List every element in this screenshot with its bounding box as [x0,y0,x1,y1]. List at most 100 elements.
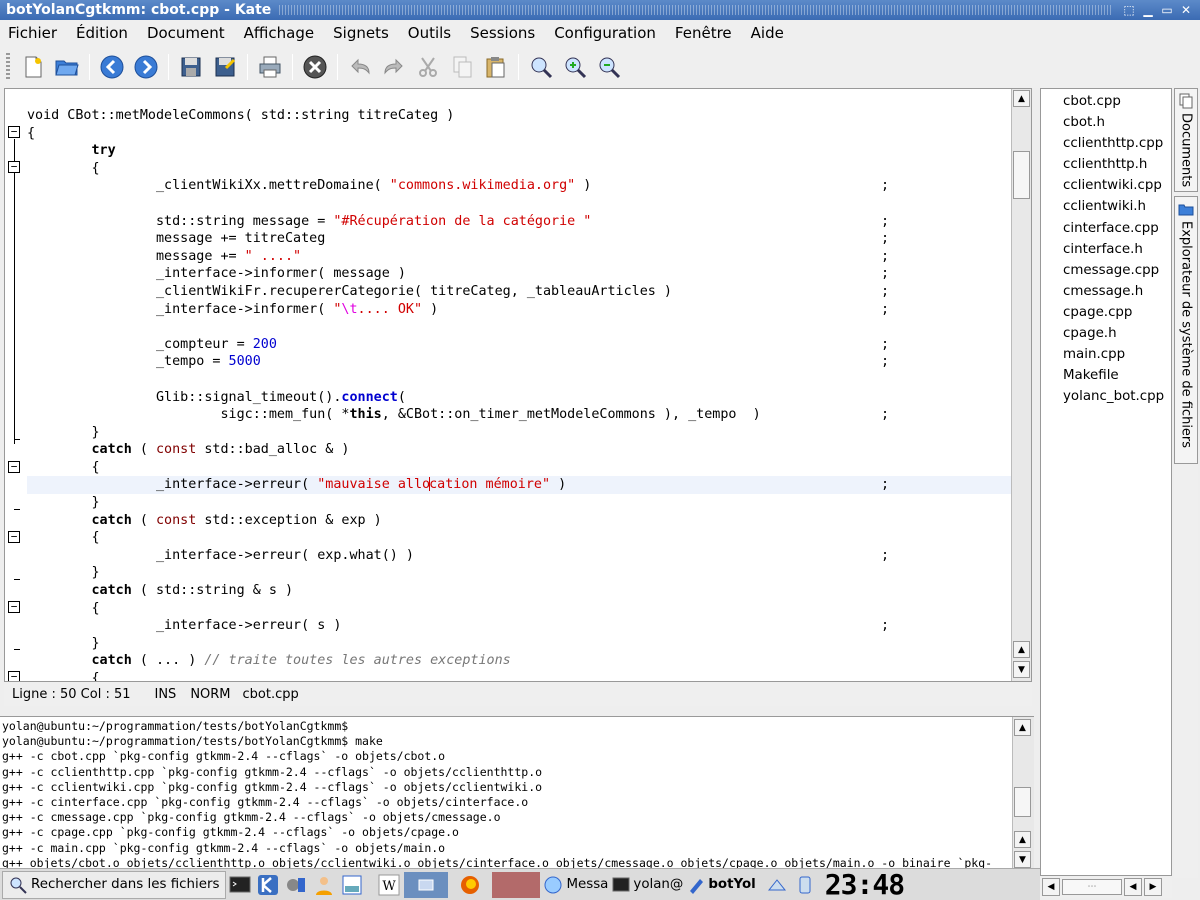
document-list-item[interactable]: cmessage.h [1063,281,1164,302]
cut-icon[interactable] [413,52,443,82]
fold-toggle-icon[interactable]: − [8,461,20,473]
tab-file-explorer[interactable]: Explorateur de système de fichiers [1174,196,1198,464]
document-list-item[interactable]: cclienthttp.h [1063,154,1164,175]
fold-toggle-icon[interactable]: − [8,671,20,681]
close-document-icon[interactable] [300,52,330,82]
fold-gutter[interactable]: − − − − − − [5,89,25,681]
code-line[interactable]: _interface->informer( "\t.... OK" ); [27,301,1011,319]
find-icon[interactable] [526,52,556,82]
code-line[interactable]: { [27,600,1011,618]
wikipedia-icon[interactable]: W [376,872,402,898]
redo-icon[interactable] [379,52,409,82]
code-line[interactable]: { [27,529,1011,547]
code-line[interactable]: { [27,160,1011,178]
code-line[interactable]: catch ( ... ) // traite toutes les autre… [27,652,1011,670]
fold-toggle-icon[interactable]: − [8,531,20,543]
document-list-item[interactable]: cclientwiki.h [1063,196,1164,217]
zoom-out-icon[interactable] [594,52,624,82]
code-line[interactable]: { [27,670,1011,681]
desktop-pager-icon[interactable] [404,871,449,898]
editor-scrollbar[interactable]: ▲ ▲ ▼ [1011,89,1031,681]
code-line[interactable] [27,318,1011,336]
current-code-line[interactable]: _interface->erreur( "mauvaise allocation… [27,476,1011,495]
documents-panel-scrollbar[interactable]: ◀ ⋯ ◀ ▶ [1040,876,1172,898]
minimize-button[interactable]: ▁ [1140,3,1156,17]
document-list-item[interactable]: main.cpp [1063,344,1164,365]
close-window-button[interactable]: ✕ [1178,3,1194,17]
document-list-item[interactable]: cinterface.cpp [1063,218,1164,239]
code-line[interactable]: _interface->erreur( s ); [27,617,1011,635]
scroll-up-button[interactable]: ▲ [1014,719,1031,736]
code-line[interactable]: _clientWikiXx.mettreDomaine( "commons.wi… [27,177,1011,195]
scroll-thumb[interactable] [1013,151,1030,199]
terminal-scrollbar[interactable]: ▲ ▲ ▼ [1012,717,1034,868]
code-line[interactable]: _clientWikiFr.recupererCategorie( titreC… [27,283,1011,301]
fold-toggle-icon[interactable]: − [8,161,20,173]
clipboard-icon[interactable] [792,872,818,898]
scroll-down-button[interactable]: ▼ [1014,851,1031,868]
scroll-thumb[interactable] [1014,787,1031,817]
desktop-icon[interactable] [339,872,365,898]
code-line[interactable]: Glib::signal_timeout().connect( [27,389,1011,407]
document-list-item[interactable]: cbot.h [1063,112,1164,133]
kde-menu-icon[interactable] [255,872,281,898]
code-line[interactable]: message += " ...."; [27,248,1011,266]
insert-mode[interactable]: INS [155,687,177,702]
code-line[interactable]: } [27,494,1011,512]
code-line[interactable] [27,195,1011,213]
tab-documents[interactable]: Documents [1174,88,1198,192]
menu-document[interactable]: Document [147,24,225,42]
fold-toggle-icon[interactable]: − [8,126,20,138]
code-line[interactable]: } [27,424,1011,442]
paste-icon[interactable] [481,52,511,82]
fold-toggle-icon[interactable]: − [8,601,20,613]
code-line[interactable]: _tempo = 5000; [27,353,1011,371]
menu-edition[interactable]: Édition [76,24,128,42]
code-line[interactable]: { [27,125,1011,143]
scroll-down-button[interactable]: ▼ [1013,661,1030,678]
back-icon[interactable] [97,52,127,82]
scroll-up-button[interactable]: ▲ [1014,831,1031,848]
print-icon[interactable] [255,52,285,82]
task-kate[interactable]: botYol [685,871,757,899]
terminal-launcher-icon[interactable] [227,872,253,898]
scroll-thumb[interactable]: ⋯ [1062,879,1122,895]
scroll-up-button[interactable]: ▲ [1013,90,1030,107]
code-line[interactable]: } [27,635,1011,653]
menu-signets[interactable]: Signets [333,24,389,42]
firefox-icon[interactable] [450,872,490,898]
scroll-left-button[interactable]: ◀ [1124,878,1142,896]
code-line[interactable]: _interface->informer( message ); [27,265,1011,283]
task-messages[interactable]: Messa [541,871,610,899]
undo-icon[interactable] [345,52,375,82]
scroll-left-button[interactable]: ◀ [1042,878,1060,896]
code-line[interactable]: message += titreCateg; [27,230,1011,248]
edit-mode[interactable]: NORM [190,687,230,702]
code-line[interactable]: catch ( const std::bad_alloc & ) [27,441,1011,459]
new-document-icon[interactable] [18,52,48,82]
scroll-up-button[interactable]: ▲ [1013,641,1030,658]
open-folder-icon[interactable] [52,52,82,82]
document-list-item[interactable]: cclientwiki.cpp [1063,175,1164,196]
toolbar-grip[interactable] [6,53,10,81]
document-list-item[interactable]: cclienthttp.cpp [1063,133,1164,154]
network-icon[interactable] [764,872,790,898]
document-list-item[interactable]: Makefile [1063,365,1164,386]
forward-icon[interactable] [131,52,161,82]
window-titlebar[interactable]: botYolanCgtkmm: cbot.cpp - Kate ⬚ ▁ ▭ ✕ [0,0,1200,20]
code-line[interactable]: _compteur = 200; [27,336,1011,354]
search-files-task[interactable]: Rechercher dans les fichiers [2,870,227,899]
document-list-item[interactable]: cmessage.cpp [1063,260,1164,281]
document-list-item[interactable]: cinterface.h [1063,239,1164,260]
thumbnail-icon[interactable] [492,871,541,898]
zoom-in-icon[interactable] [560,52,590,82]
terminal-panel[interactable]: yolan@ubuntu:~/programmation/tests/botYo… [0,716,1034,868]
document-list-item[interactable]: cbot.cpp [1063,91,1164,112]
code-line[interactable]: void CBot::metModeleCommons( std::string… [27,107,1011,125]
save-icon[interactable] [176,52,206,82]
code-line[interactable]: } [27,564,1011,582]
maximize-button[interactable]: ▭ [1159,3,1175,17]
code-line[interactable] [27,371,1011,389]
code-editor[interactable]: − − − − − − void CBot::metModeleCommons(… [4,88,1032,682]
code-line[interactable]: try [27,142,1011,160]
